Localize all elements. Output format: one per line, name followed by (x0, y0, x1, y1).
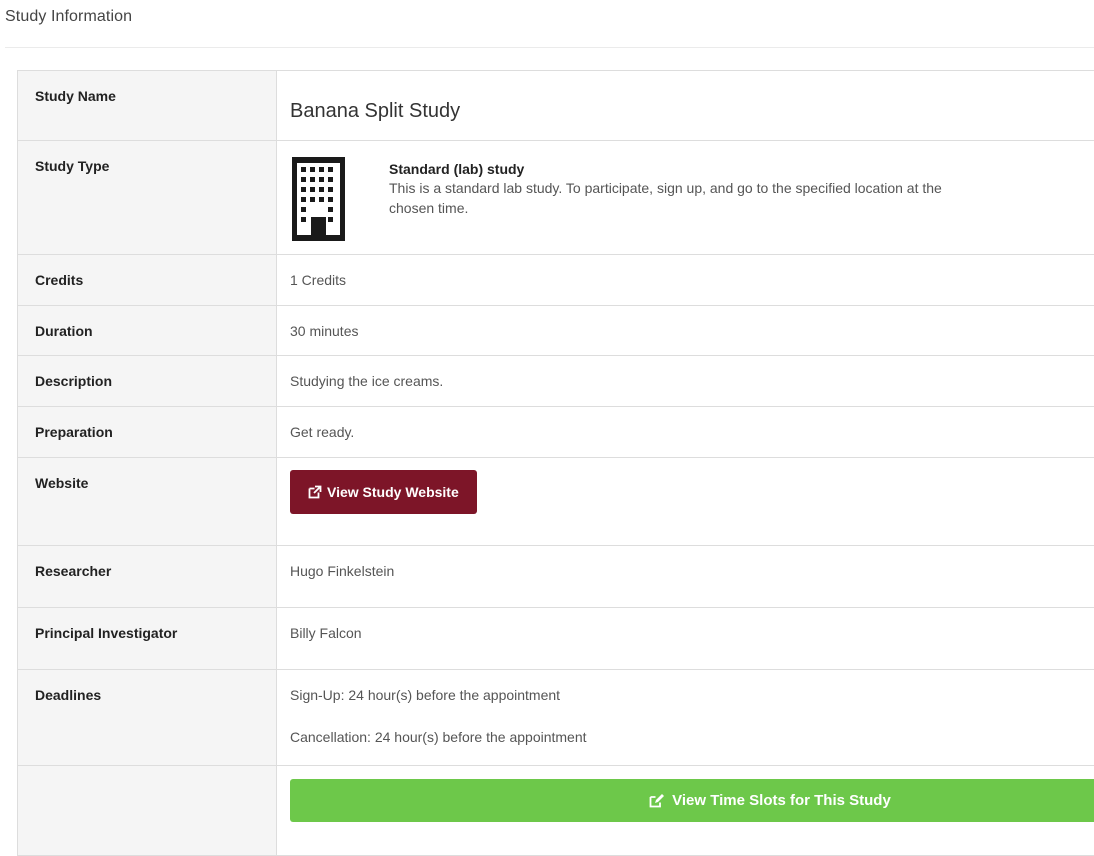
description-cell: Studying the ice creams. (277, 356, 1094, 407)
deadlines-cell: Sign-Up: 24 hour(s) before the appointme… (277, 670, 1094, 766)
preparation-value: Get ready. (290, 407, 1094, 440)
duration-label: Duration (18, 306, 277, 356)
row-researcher: Researcher Hugo Finkelstein (18, 546, 1094, 608)
website-cell: View Study Website (277, 458, 1094, 546)
researcher-label: Researcher (18, 546, 277, 608)
actions-label-cell (18, 766, 277, 856)
row-website: Website View Study Website (18, 458, 1094, 546)
signup-deadline: Sign-Up: 24 hour(s) before the appointme… (290, 685, 1094, 705)
row-study-name: Study Name Banana Split Study (18, 71, 1094, 141)
preparation-cell: Get ready. (277, 407, 1094, 458)
researcher-cell: Hugo Finkelstein (277, 546, 1094, 608)
website-label: Website (18, 458, 277, 546)
section-divider (5, 47, 1094, 48)
duration-cell: 30 minutes (277, 306, 1094, 356)
preparation-label: Preparation (18, 407, 277, 458)
description-value: Studying the ice creams. (290, 356, 1094, 389)
study-type-description: This is a standard lab study. To partici… (389, 178, 949, 218)
edit-icon (649, 794, 664, 808)
study-name-cell: Banana Split Study (277, 71, 1094, 141)
study-type-label: Study Type (18, 141, 277, 255)
duration-value: 30 minutes (290, 306, 1094, 339)
row-duration: Duration 30 minutes (18, 306, 1094, 356)
external-link-icon (308, 485, 322, 499)
row-description: Description Studying the ice creams. (18, 356, 1094, 407)
credits-cell: 1 Credits (277, 255, 1094, 306)
row-principal-investigator: Principal Investigator Billy Falcon (18, 608, 1094, 670)
researcher-value: Hugo Finkelstein (290, 546, 1094, 579)
section-title: Study Information (5, 8, 132, 26)
cancellation-deadline: Cancellation: 24 hour(s) before the appo… (290, 727, 1094, 747)
row-preparation: Preparation Get ready. (18, 407, 1094, 458)
principal-investigator-label: Principal Investigator (18, 608, 277, 670)
principal-investigator-value: Billy Falcon (290, 608, 1094, 641)
credits-label: Credits (18, 255, 277, 306)
row-deadlines: Deadlines Sign-Up: 24 hour(s) before the… (18, 670, 1094, 766)
study-name-label: Study Name (18, 71, 277, 141)
row-actions: View Time Slots for This Study (18, 766, 1094, 856)
study-info-table: Study Name Banana Split Study Study Type (17, 70, 1094, 856)
study-name-value: Banana Split Study (290, 71, 1094, 123)
view-time-slots-button[interactable]: View Time Slots for This Study (290, 779, 1094, 822)
study-type-cell: Standard (lab) study This is a standard … (277, 141, 1094, 255)
view-study-website-button[interactable]: View Study Website (290, 470, 477, 514)
principal-investigator-cell: Billy Falcon (277, 608, 1094, 670)
row-credits: Credits 1 Credits (18, 255, 1094, 306)
study-type-title: Standard (lab) study (389, 160, 949, 178)
building-icon (290, 155, 347, 243)
row-study-type: Study Type Stand (18, 141, 1094, 255)
credits-value: 1 Credits (290, 255, 1094, 288)
description-label: Description (18, 356, 277, 407)
actions-cell: View Time Slots for This Study (277, 766, 1094, 856)
view-study-website-label: View Study Website (327, 484, 459, 500)
view-time-slots-label: View Time Slots for This Study (672, 792, 891, 809)
deadlines-label: Deadlines (18, 670, 277, 766)
